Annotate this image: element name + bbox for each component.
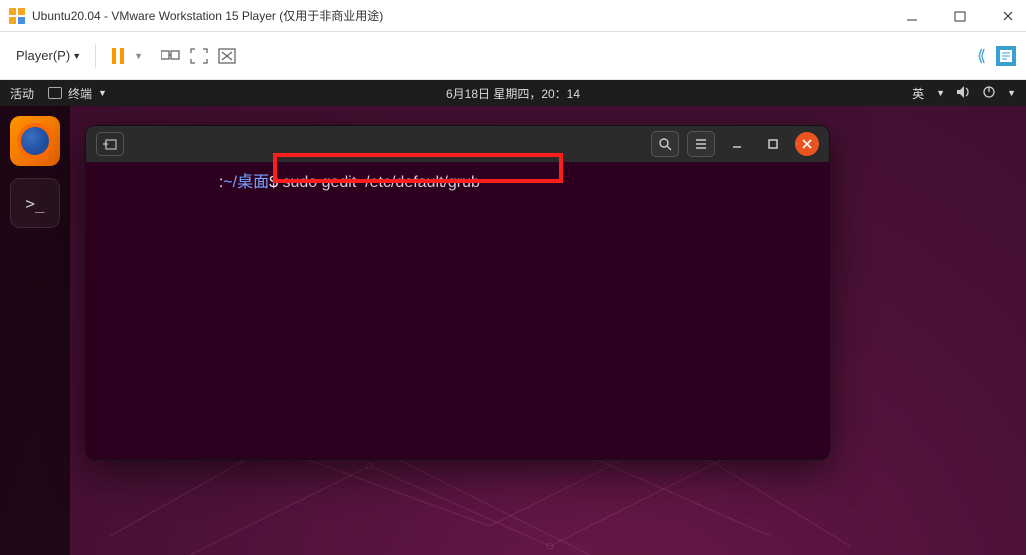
- maximize-button[interactable]: [950, 6, 970, 26]
- pause-button[interactable]: [104, 42, 132, 70]
- player-menu-label: Player(P): [16, 48, 70, 63]
- input-method-label: 英: [912, 85, 924, 102]
- power-icon: [983, 86, 995, 101]
- terminal-icon: >_: [25, 194, 44, 213]
- terminal-close-button[interactable]: [795, 132, 819, 156]
- minimize-button[interactable]: [902, 6, 922, 26]
- ubuntu-topbar: 活动 终端 ▼ 6月18日 星期四，20：14 英 ▼ ▼: [0, 80, 1026, 106]
- cycle-icon[interactable]: ⟪: [977, 46, 986, 66]
- ubuntu-dock: >_: [0, 106, 70, 555]
- player-menu[interactable]: Player(P) ▼: [10, 44, 87, 67]
- close-button[interactable]: [998, 6, 1018, 26]
- notes-icon[interactable]: [996, 46, 1016, 66]
- unity-mode-button[interactable]: [213, 42, 241, 70]
- terminal-body[interactable]: :~/桌面$ sudo gedit /etc/default/grub: [86, 162, 829, 198]
- new-tab-button[interactable]: [96, 132, 124, 156]
- vmware-logo-icon: [8, 7, 26, 25]
- guest-desktop: 活动 终端 ▼ 6月18日 星期四，20：14 英 ▼ ▼ >_: [0, 80, 1026, 555]
- app-menu-label: 终端: [68, 85, 92, 102]
- terminal-titlebar[interactable]: [86, 126, 829, 162]
- vmware-toolbar: Player(P) ▼ ▼ ⟪: [0, 32, 1026, 80]
- toolbar-separator: [95, 44, 96, 68]
- dropdown-caret-icon[interactable]: ▼: [134, 51, 143, 61]
- prompt-path: ~/桌面: [223, 174, 269, 191]
- terminal-minimize-button[interactable]: [723, 131, 751, 157]
- terminal-search-button[interactable]: [651, 131, 679, 157]
- system-status-area[interactable]: 英 ▼ ▼: [912, 85, 1016, 102]
- terminal-mini-icon: [48, 87, 62, 99]
- volume-icon: [957, 86, 971, 101]
- chevron-down-icon: ▼: [936, 88, 945, 98]
- terminal-command: sudo gedit /etc/default/grub: [282, 174, 479, 191]
- terminal-maximize-button[interactable]: [759, 131, 787, 157]
- activities-button[interactable]: 活动: [10, 85, 34, 102]
- vmware-window-title: Ubuntu20.04 - VMware Workstation 15 Play…: [32, 7, 383, 24]
- dropdown-caret-icon: ▼: [72, 51, 81, 61]
- datetime-label[interactable]: 6月18日 星期四，20：14: [446, 85, 580, 102]
- chevron-down-icon: ▼: [1007, 88, 1016, 98]
- vmware-titlebar: Ubuntu20.04 - VMware Workstation 15 Play…: [0, 0, 1026, 32]
- firefox-icon: [17, 123, 53, 159]
- terminal-window: :~/桌面$ sudo gedit /etc/default/grub: [85, 125, 830, 460]
- terminal-menu-button[interactable]: [687, 131, 715, 157]
- vmware-window-controls: [902, 6, 1018, 26]
- send-ctrl-alt-del-button[interactable]: [157, 42, 185, 70]
- terminal-launcher[interactable]: >_: [10, 178, 60, 228]
- prompt-symbol: $: [269, 174, 278, 191]
- fullscreen-button[interactable]: [185, 42, 213, 70]
- terminal-line: :~/桌面$ sudo gedit /etc/default/grub: [94, 168, 821, 192]
- app-menu[interactable]: 终端 ▼: [48, 85, 107, 102]
- firefox-launcher[interactable]: [10, 116, 60, 166]
- chevron-down-icon: ▼: [98, 88, 107, 98]
